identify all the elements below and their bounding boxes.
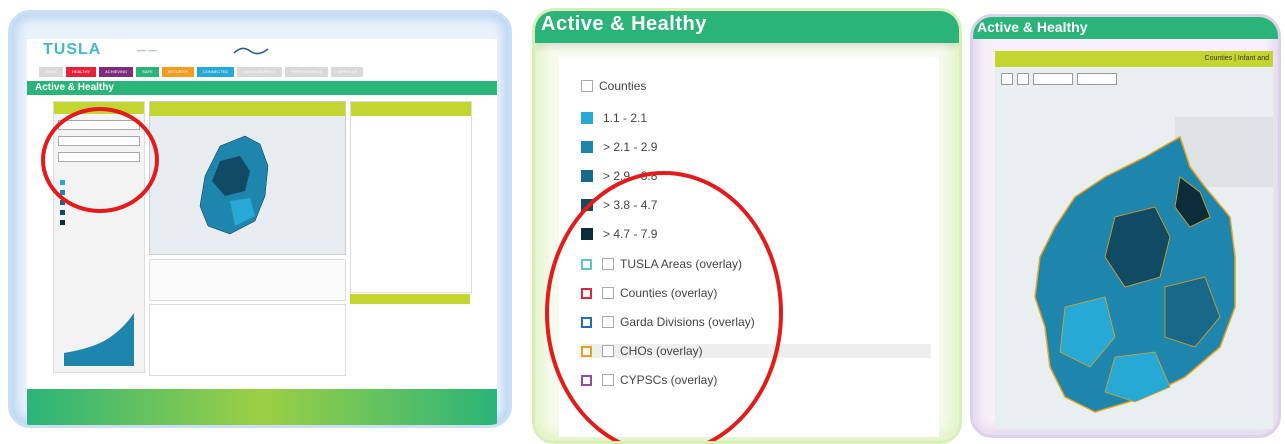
layer-label: Counties xyxy=(599,79,647,93)
county-value-table xyxy=(350,101,472,293)
map-subtitle: Counties | Infant and xyxy=(995,51,1273,67)
nav-tab-connected[interactable]: CONNECTED xyxy=(196,67,235,77)
dashboard-overview-panel: TUSLA — — HOME HEALTHY ACHIEVING SAFE SECURI… xyxy=(8,10,512,428)
ireland-map-thumb xyxy=(150,116,345,254)
nav-tab-home[interactable]: HOME xyxy=(39,67,63,77)
ireland-choropleth-map[interactable] xyxy=(995,67,1273,429)
nav-tab-safe[interactable]: SAFE xyxy=(136,67,159,77)
legend-highlight-circle xyxy=(545,171,783,441)
legend-class-row: > 2.1 - 2.9 xyxy=(581,140,657,154)
map-zoom-panel: Active & Healthy Counties | Infant and xyxy=(970,14,1281,438)
layer-toggle-counties[interactable]: Counties xyxy=(581,79,646,93)
ireland-map-svg xyxy=(1034,117,1273,413)
distribution-chart xyxy=(64,313,134,366)
nav-tab-demographics[interactable]: DEMOGRAPHICS xyxy=(237,67,283,77)
layer-select[interactable] xyxy=(1077,73,1117,85)
choropleth-map-thumbnail[interactable] xyxy=(149,101,346,255)
dashboard-page: TUSLA — — HOME HEALTHY ACHIEVING SAFE SECURI… xyxy=(27,39,497,425)
nav-tab-healthy[interactable]: HEALTHY xyxy=(66,67,97,77)
nav-tab-security[interactable]: SECURITY xyxy=(161,67,194,77)
map-panel-title: Active & Healthy xyxy=(977,19,1088,35)
nav-tab-services[interactable]: SERVICES xyxy=(331,67,364,77)
filter-highlight-circle xyxy=(41,107,159,213)
section-banner: Active & Healthy xyxy=(27,81,497,95)
trend-chart-area xyxy=(149,304,346,376)
legend-class-row: 1.1 - 2.1 xyxy=(581,111,647,125)
main-navigation: HOME HEALTHY ACHIEVING SAFE SECURITY CONNECTE… xyxy=(39,67,364,77)
legend-class-label: 1.1 - 2.1 xyxy=(603,111,648,125)
site-header: TUSLA — — xyxy=(27,39,497,61)
zoom-icon[interactable] xyxy=(1017,73,1029,85)
map-toolbar xyxy=(1001,73,1117,85)
legend-header: Active & Healthy xyxy=(535,11,959,43)
table-header xyxy=(351,102,471,116)
site-footer xyxy=(27,389,497,425)
legend-class-label: > 2.1 - 2.9 xyxy=(603,140,658,154)
legend-zoom-panel: Active & Healthy Counties 1.1 - 2.1 > 2.1… xyxy=(532,8,962,444)
partner-logo xyxy=(232,44,272,59)
legend-title: Active & Healthy xyxy=(541,13,707,35)
tusla-logo: TUSLA xyxy=(43,41,102,58)
map-header xyxy=(150,102,345,116)
nav-tab-achieving[interactable]: ACHIEVING xyxy=(99,67,134,77)
basemap-select[interactable] xyxy=(1033,73,1073,85)
legend-swatch xyxy=(581,170,593,182)
logo-subtitle: — — xyxy=(137,45,158,55)
nav-tab-performance[interactable]: PERFORMANCE xyxy=(285,67,329,77)
description-box xyxy=(149,259,346,301)
legend-swatch xyxy=(581,141,593,153)
section-title: Active & Healthy xyxy=(35,82,114,93)
legend-swatch xyxy=(581,112,593,124)
map-panel-header: Active & Healthy xyxy=(973,17,1278,39)
layer-checkbox[interactable] xyxy=(581,80,593,92)
regional-header xyxy=(350,294,470,304)
fullscreen-icon[interactable] xyxy=(1001,73,1013,85)
